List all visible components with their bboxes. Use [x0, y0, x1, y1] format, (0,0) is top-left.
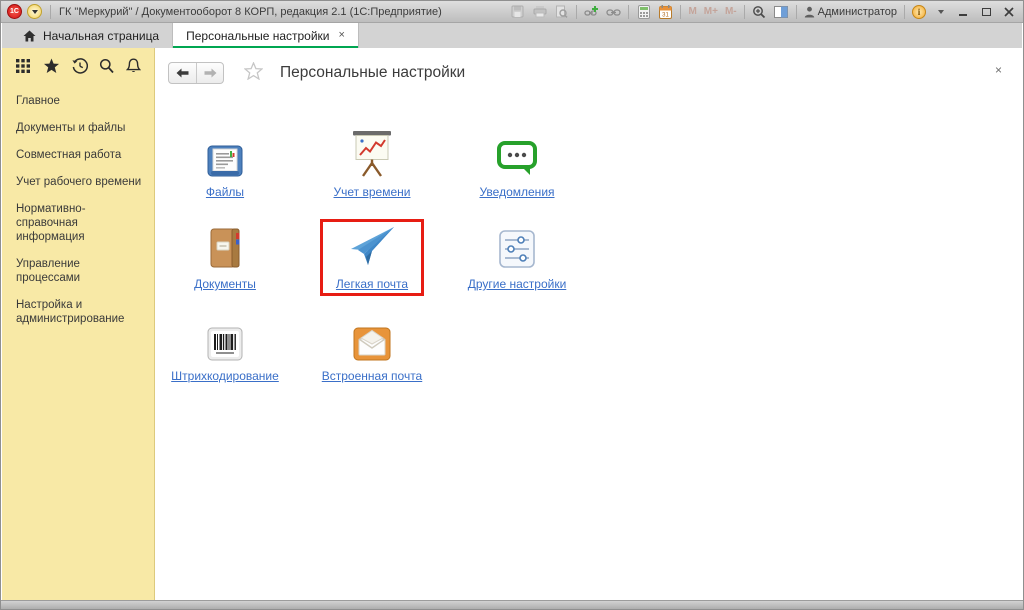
content-area: Персональные настройки × Файлы Учет врем… — [156, 48, 1022, 600]
sidebar-item-time-tracking[interactable]: Учет рабочего времени — [16, 175, 146, 189]
sidebar-item-reference-info[interactable]: Нормативно-справочная информация — [16, 202, 146, 244]
sidebar-toolbar — [2, 48, 154, 82]
time-tracking-icon — [351, 127, 393, 177]
page-title: Персональные настройки — [280, 64, 465, 82]
tab-personal-settings-label: Персональные настройки — [186, 29, 329, 43]
tile-time-tracking-link[interactable]: Учет времени — [334, 185, 411, 199]
tab-close-icon[interactable]: × — [339, 30, 345, 41]
favorites-star-icon[interactable] — [43, 58, 60, 74]
forward-button[interactable] — [196, 63, 223, 83]
memory-m-plus-button[interactable]: M+ — [704, 6, 718, 17]
maximize-button[interactable] — [978, 5, 994, 19]
app-window: 1С ГК "Меркурий" / Документооборот 8 КОР… — [0, 0, 1024, 610]
favorite-star-icon[interactable] — [244, 62, 263, 85]
tile-light-mail[interactable]: Легкая почта — [297, 219, 447, 291]
tile-documents-link[interactable]: Документы — [194, 277, 256, 291]
page-close-icon[interactable]: × — [995, 63, 1002, 77]
calculator-icon[interactable] — [636, 4, 651, 19]
tile-files[interactable]: Файлы — [150, 127, 300, 199]
current-user[interactable]: Администратор — [804, 6, 897, 18]
tile-barcoding[interactable]: Штрихкодирование — [150, 311, 300, 383]
info-icon[interactable]: i — [912, 5, 926, 19]
window-bottom-frame — [1, 600, 1023, 609]
tile-files-link[interactable]: Файлы — [206, 185, 244, 199]
tile-notifications-link[interactable]: Уведомления — [479, 185, 554, 199]
notifications-icon — [497, 127, 537, 177]
sidebar-item-main[interactable]: Главное — [16, 94, 146, 108]
calendar-icon[interactable]: 31 — [658, 4, 673, 19]
chevron-down-icon[interactable] — [933, 4, 948, 19]
tile-barcoding-link[interactable]: Штрихкодирование — [171, 369, 279, 383]
user-name-label: Администратор — [818, 6, 897, 18]
light-mail-icon — [348, 219, 396, 269]
tile-builtin-mail-link[interactable]: Встроенная почта — [322, 369, 422, 383]
history-clock-icon[interactable] — [72, 58, 88, 74]
add-link-icon[interactable] — [584, 4, 599, 19]
memory-m-button[interactable]: M — [688, 6, 696, 17]
sidebar-menu: Главное Документы и файлы Совместная раб… — [2, 94, 154, 326]
sidebar-item-collaboration[interactable]: Совместная работа — [16, 148, 146, 162]
main-menu-button[interactable] — [27, 4, 42, 19]
sidebar: Главное Документы и файлы Совместная раб… — [2, 48, 155, 600]
sidebar-item-settings-administration[interactable]: Настройка и администрирование — [16, 298, 146, 326]
apps-grid-icon[interactable] — [15, 58, 31, 74]
minimize-button[interactable] — [955, 5, 971, 19]
other-settings-icon — [498, 219, 536, 269]
zoom-in-icon[interactable] — [752, 4, 767, 19]
builtin-mail-icon — [353, 311, 391, 361]
documents-icon — [207, 219, 243, 269]
panels-icon[interactable] — [774, 4, 789, 19]
tab-personal-settings[interactable]: Персональные настройки × — [172, 23, 359, 48]
user-icon — [804, 6, 815, 18]
search-magnifier-icon[interactable] — [99, 58, 114, 74]
window-title: ГК "Меркурий" / Документооборот 8 КОРП, … — [59, 6, 442, 18]
titlebar: 1С ГК "Меркурий" / Документооборот 8 КОР… — [1, 1, 1023, 23]
sidebar-item-process-management[interactable]: Управление процессами — [16, 257, 146, 285]
save-icon[interactable] — [510, 4, 525, 19]
external-link-icon[interactable] — [606, 4, 621, 19]
tile-light-mail-link[interactable]: Легкая почта — [336, 277, 408, 291]
tile-time-tracking[interactable]: Учет времени — [297, 127, 447, 199]
tab-bar: Начальная страница Персональные настройк… — [2, 23, 1022, 48]
close-button[interactable] — [1001, 5, 1017, 19]
tab-home-label: Начальная страница — [43, 29, 159, 43]
files-icon — [207, 127, 243, 177]
tile-builtin-mail[interactable]: Встроенная почта — [297, 311, 447, 383]
content-header: Персональные настройки × — [168, 61, 1012, 85]
barcode-icon — [207, 311, 243, 361]
preview-icon[interactable] — [554, 4, 569, 19]
print-icon[interactable] — [532, 4, 547, 19]
svg-text:31: 31 — [663, 12, 670, 18]
tile-documents[interactable]: Документы — [150, 219, 300, 291]
tile-other-settings[interactable]: Другие настройки — [442, 219, 592, 291]
sidebar-item-documents-files[interactable]: Документы и файлы — [16, 121, 146, 135]
1c-logo-icon: 1С — [7, 4, 22, 19]
memory-m-minus-button[interactable]: M- — [725, 6, 737, 17]
notifications-bell-icon[interactable] — [126, 58, 141, 74]
home-icon — [23, 30, 36, 42]
tab-home[interactable]: Начальная страница — [10, 23, 172, 48]
back-button[interactable] — [169, 63, 196, 83]
tile-notifications[interactable]: Уведомления — [442, 127, 592, 199]
tile-other-settings-link[interactable]: Другие настройки — [468, 277, 567, 291]
